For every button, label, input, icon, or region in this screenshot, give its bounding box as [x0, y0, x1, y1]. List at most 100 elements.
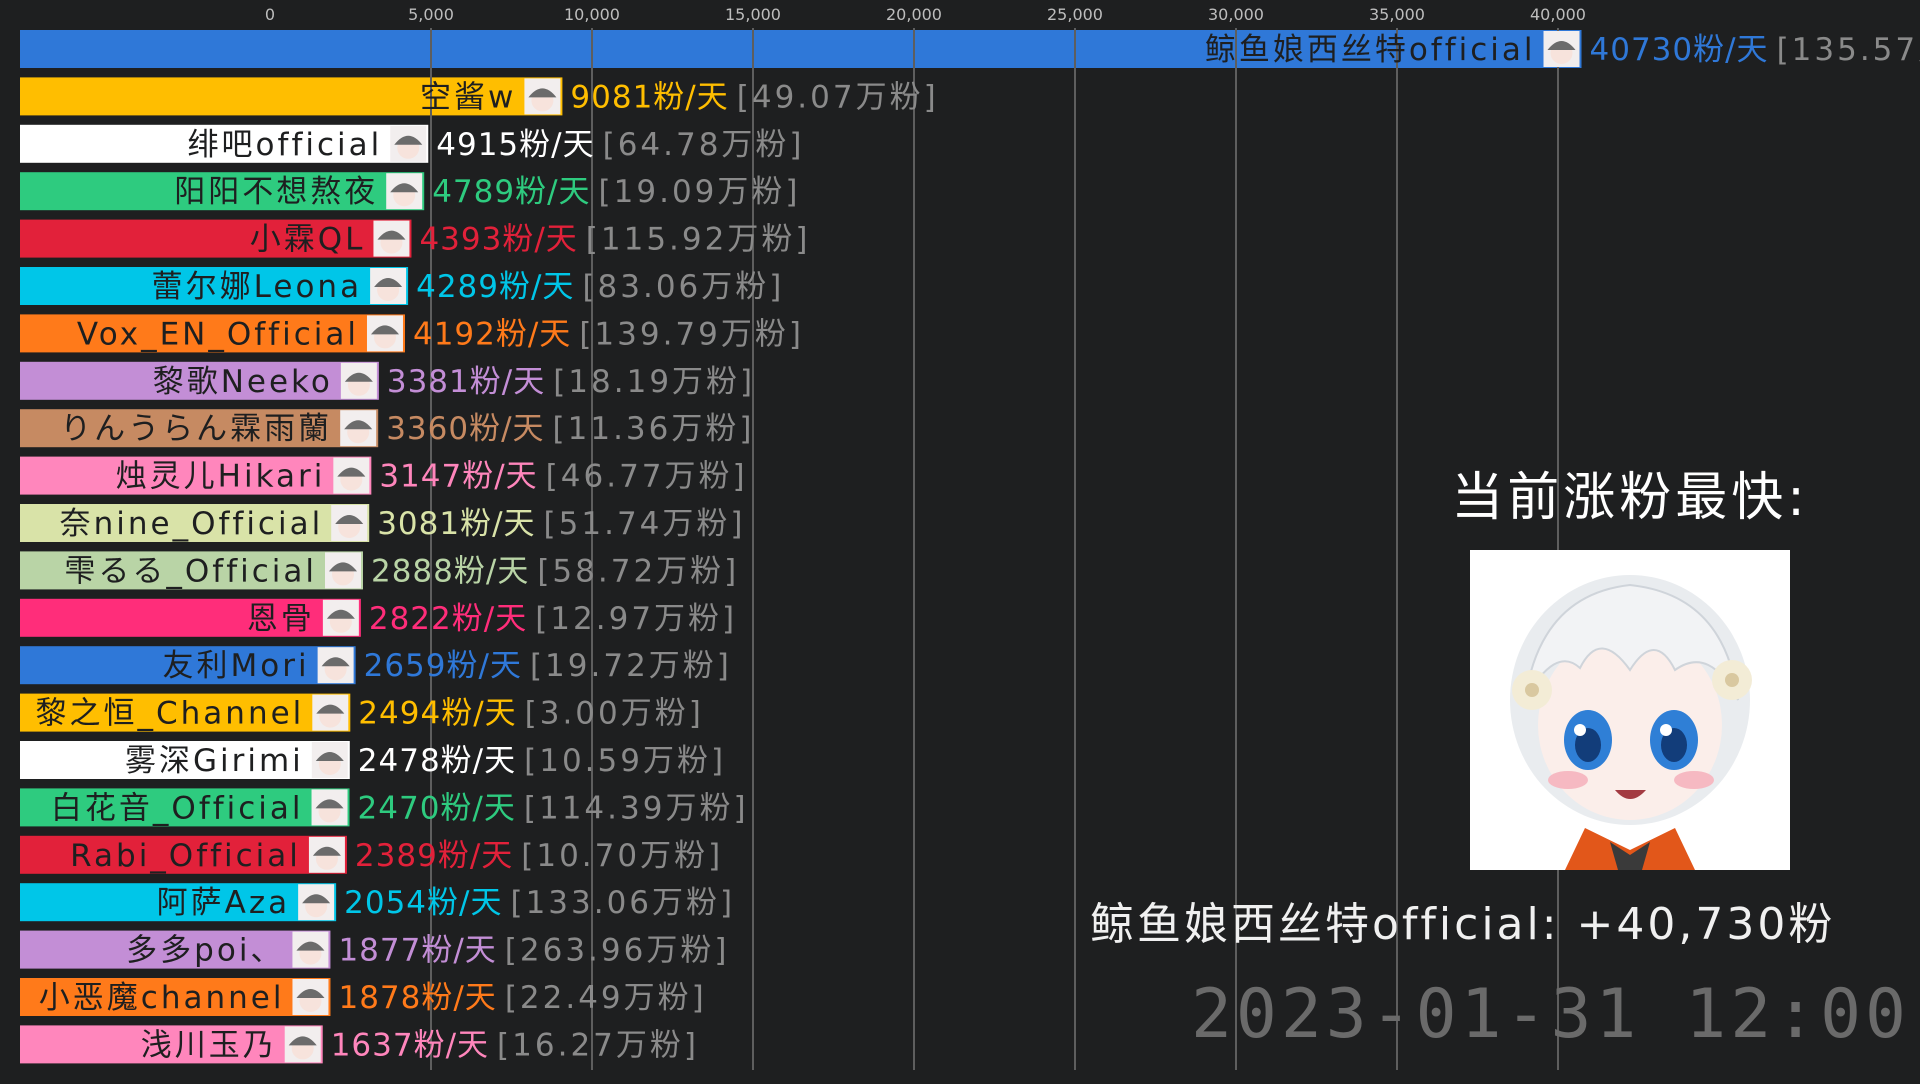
bar-value-label: 2888粉/天	[371, 553, 529, 589]
bar-value-label: 40730粉/天	[1590, 32, 1769, 68]
x-tick-label: 25,000	[1047, 5, 1103, 24]
bar-total-label: [114.39万粉]	[524, 790, 749, 826]
bar-name-label: 蕾尔娜Leona	[152, 269, 362, 305]
bar-total-label: [49.07万粉]	[737, 79, 939, 115]
bar-name-label: 小霖QL	[250, 222, 366, 258]
x-tick-label: 0	[265, 5, 275, 24]
leader-avatar-drawing	[1470, 550, 1790, 870]
bar-avatar-icon	[386, 173, 423, 210]
bar-total-label: [16.27万粉]	[497, 1027, 699, 1063]
bar-value-label: 4289粉/天	[416, 269, 574, 305]
bar-value-label: 1878粉/天	[338, 980, 496, 1016]
bar-total-label: [83.06万粉]	[582, 269, 784, 305]
date-label: 2023-01-31 12:00	[1190, 975, 1910, 1054]
leader-summary: 鲸鱼娘西丝特official: +40,730粉	[1090, 899, 1836, 950]
bar-name-label: 绯吧official	[188, 127, 383, 163]
bar-avatar-icon	[340, 362, 377, 399]
bar-avatar-icon	[292, 931, 329, 968]
bar-avatar-icon	[308, 836, 345, 873]
bar-avatar-icon	[390, 125, 427, 162]
bar-avatar-icon	[331, 505, 368, 541]
bar-name-label: 烛灵儿Hikari	[116, 459, 326, 495]
bar-name-label: 小恶魔channel	[39, 980, 285, 1016]
bar-name-label: 黎之恒_Channel	[36, 696, 305, 732]
bar-name-label: 阿萨Aza	[157, 885, 290, 921]
bar-total-label: [10.70万粉]	[521, 838, 723, 874]
fastest-growth-title: 当前涨粉最快:	[1451, 468, 1809, 528]
bar-name-label: Vox_EN_Official	[77, 316, 359, 352]
bar-value-label: 4192粉/天	[413, 316, 571, 352]
bar-avatar-icon	[370, 268, 407, 304]
bar-name-label: 鲸鱼娘西丝特official	[1205, 32, 1536, 68]
bar-value-label: 2389粉/天	[355, 838, 513, 874]
bar-avatar-icon	[311, 789, 348, 826]
bar-name-label: 雾深Girimi	[125, 743, 304, 779]
x-tick-label: 5,000	[408, 5, 454, 24]
bar-value-label: 3381粉/天	[387, 364, 545, 400]
bar-name-label: 白花音_Official	[51, 790, 304, 826]
bar-name-label: 恩骨	[247, 601, 315, 637]
bar-avatar-icon	[324, 552, 361, 589]
bar-value-label: 2822粉/天	[369, 601, 527, 637]
bar-value-label: 2659粉/天	[364, 648, 522, 684]
x-tick-label: 40,000	[1530, 5, 1586, 24]
bar-total-label: [46.77万粉]	[546, 459, 748, 495]
bar-avatar-icon	[317, 647, 354, 684]
x-tick-label: 15,000	[725, 5, 781, 24]
bar-total-label: [135.57万粉]	[1777, 32, 1920, 68]
bar-name-label: 黎歌Neeko	[153, 364, 333, 400]
bar-total-label: [263.96万粉]	[505, 933, 730, 969]
x-tick-label: 10,000	[564, 5, 620, 24]
bar-name-label: りんうらん霖雨蘭	[60, 411, 332, 447]
bar-total-label: [115.92万粉]	[586, 222, 811, 258]
bar-value-label: 3147粉/天	[379, 459, 537, 495]
bar-total-label: [133.06万粉]	[510, 885, 735, 921]
bar-total-label: [12.97万粉]	[535, 601, 737, 637]
bar-value-label: 2054粉/天	[344, 885, 502, 921]
bar-value-label: 4393粉/天	[419, 222, 577, 258]
bar-value-label: 4789粉/天	[432, 174, 590, 210]
bar-value-label: 4915粉/天	[436, 127, 594, 163]
bar-avatar-icon	[322, 599, 359, 636]
bar-avatar-icon	[284, 1026, 321, 1063]
bar-name-label: Rabi_Official	[70, 838, 301, 874]
bar-avatar-icon	[1543, 31, 1580, 67]
bar-total-label: [58.72万粉]	[537, 553, 739, 589]
bar-total-label: [64.78万粉]	[603, 127, 805, 163]
bar-total-label: [22.49万粉]	[505, 980, 707, 1016]
bar-avatar-icon	[524, 78, 561, 115]
bar-name-label: 浅川玉乃	[141, 1027, 277, 1063]
bar-value-label: 2470粉/天	[358, 790, 516, 826]
bar-chart-race: 0 5,000 10,000 15,000 20,000 25,000 30,000 35,0…	[0, 0, 1920, 1080]
bar-name-label: 空酱w	[420, 79, 516, 115]
bar-value-label: 2494粉/天	[358, 696, 516, 732]
bar-name-label: 友利Mori	[163, 648, 310, 684]
bar-total-label: [3.00万粉]	[525, 696, 704, 732]
bar-avatar-icon	[298, 884, 335, 921]
bar-avatar-icon	[333, 457, 370, 494]
bar-total-label: [18.19万粉]	[553, 364, 755, 400]
x-tick-label: 20,000	[886, 5, 942, 24]
bar-name-label: 阳阳不想熬夜	[174, 174, 378, 210]
bar-total-label: [19.72万粉]	[530, 648, 732, 684]
x-tick-label: 35,000	[1369, 5, 1425, 24]
bar-avatar-icon	[312, 694, 349, 731]
bar-value-label: 1877粉/天	[338, 933, 496, 969]
bar-avatar-icon	[340, 410, 377, 447]
bar-name-label: 雫るる_Official	[64, 553, 317, 589]
bar-avatar-icon	[366, 315, 403, 352]
bar-avatar-icon	[373, 220, 410, 257]
x-tick-label: 30,000	[1208, 5, 1264, 24]
bar-total-label: [10.59万粉]	[524, 743, 726, 779]
bar-value-label: 3360粉/天	[386, 411, 544, 447]
bar-value-label: 2478粉/天	[358, 743, 516, 779]
bar-name-label: 多多poi、	[126, 933, 284, 969]
bar-total-label: [19.09万粉]	[599, 174, 801, 210]
bar-total-label: [51.74万粉]	[544, 506, 746, 542]
bar-value-label: 3081粉/天	[377, 506, 535, 542]
bar-total-label: [11.36万粉]	[553, 411, 755, 447]
bar-value-label: 9081粉/天	[570, 79, 728, 115]
leader-avatar	[1470, 550, 1790, 870]
bar-name-label: 奈nine_Official	[60, 506, 324, 542]
bar-avatar-icon	[311, 742, 348, 778]
